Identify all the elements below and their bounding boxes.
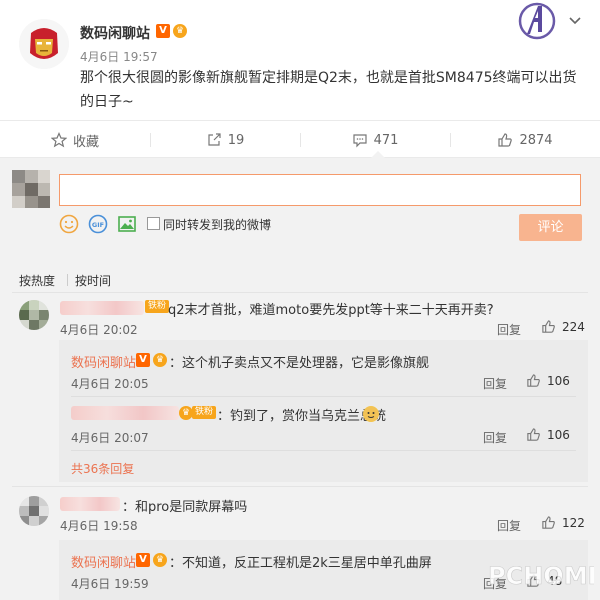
sort-by-time[interactable]: 按时间 [75, 272, 111, 289]
reply-author-name[interactable] [71, 406, 179, 420]
comment-input[interactable] [59, 174, 581, 206]
reply-time: 4月6日 19:59 [71, 577, 149, 591]
sort-by-hot[interactable]: 按热度 [19, 272, 55, 289]
emoji-icon[interactable] [59, 214, 79, 234]
share-icon [208, 133, 221, 146]
my-avatar [12, 170, 50, 208]
weibo-post: 数码闲聊站 V ♛ 4月6日 19:57 那个很大很圆的影像新旗舰暂定排期是Q2… [0, 0, 600, 120]
post-text: 那个很大很圆的影像新旗舰暂定排期是Q2末，也就是首批SM8475终端可以出货的日… [80, 70, 577, 110]
reply-like-button[interactable]: 106 [526, 373, 570, 388]
reply-button[interactable]: 回复 [497, 517, 521, 534]
repost-count: 19 [227, 132, 245, 148]
divider [71, 450, 576, 451]
comment-section: GIF 同时转发到我的微博 评论 按热度 按时间 铁粉 q2末才首批，难道mot… [0, 158, 600, 600]
like-icon [527, 428, 540, 441]
comment-like-button[interactable]: 122 [541, 515, 585, 530]
verified-badge: V [136, 553, 150, 567]
star-icon [50, 132, 67, 148]
action-bar: 收藏 19 471 2874 [0, 120, 600, 158]
commenter-name[interactable] [60, 301, 144, 315]
divider [67, 274, 68, 286]
pchome-watermark: PCHOME [488, 562, 594, 591]
commenter-avatar[interactable] [19, 300, 49, 330]
comment-like-button[interactable]: 224 [541, 319, 585, 334]
reply-button[interactable]: 回复 [483, 375, 507, 392]
favorite-label: 收藏 [72, 134, 99, 150]
commenter-avatar[interactable] [19, 496, 49, 526]
reply-time: 4月6日 20:07 [71, 431, 149, 445]
fan-badge: 铁粉 [145, 300, 170, 313]
commenter-name[interactable] [60, 497, 120, 511]
comment-time: 4月6日 19:58 [60, 519, 138, 533]
reply-like-button[interactable]: 106 [526, 427, 570, 442]
watermark-text: PCHOME [488, 562, 594, 590]
like-count: 2874 [519, 132, 553, 148]
post-author-name[interactable]: 数码闲聊站 [80, 23, 150, 43]
comment-like-count: 224 [562, 319, 585, 334]
repost-checkbox-label[interactable]: 同时转发到我的微博 [163, 216, 271, 233]
comment-time: 4月6日 20:02 [60, 323, 138, 337]
like-icon [498, 133, 513, 147]
like-icon [527, 374, 540, 387]
reply-author[interactable]: 数码闲聊站 [71, 352, 136, 371]
submit-comment-button[interactable]: 评论 [519, 214, 582, 241]
fan-badge: 铁粉 [192, 406, 217, 419]
like-icon [542, 320, 555, 333]
reply-thread: 数码闲聊站 V ♛ ：这个机子卖点又不是处理器，它是影像旗舰 4月6日 20:0… [59, 340, 588, 482]
comment-text: ：和pro是同款屏幕吗 [122, 500, 248, 515]
comment-like-count: 122 [562, 515, 585, 530]
reply-text: ：这个机子卖点又不是处理器，它是影像旗舰 [169, 356, 430, 371]
divider [12, 292, 588, 293]
divider [71, 396, 576, 397]
reply-like-count: 106 [547, 427, 570, 442]
more-replies-link[interactable]: 共36条回复 [71, 460, 134, 477]
comment-count: 471 [373, 132, 399, 148]
reply-button[interactable]: 回复 [483, 429, 507, 446]
crown-icon: ♛ [153, 353, 167, 367]
repost-checkbox[interactable] [147, 217, 160, 230]
repost-button[interactable]: 19 [150, 121, 300, 159]
reply-author[interactable]: 数码闲聊站 [71, 552, 136, 571]
comment-pointer [371, 151, 385, 158]
crown-icon: ♛ [173, 24, 187, 38]
avengers-logo-icon [518, 2, 556, 40]
reply-like-count: 106 [547, 373, 570, 388]
comment-icon [352, 134, 367, 148]
reply-text: ：钓到了，赏你当乌克兰总统 [217, 409, 387, 424]
like-icon [542, 516, 555, 529]
reply-text: ：不知道，反正工程机是2k三星居中单孔曲屏 [169, 556, 432, 571]
doge-emoji-icon [363, 406, 379, 422]
verified-badge: V [156, 24, 170, 38]
author-avatar[interactable] [19, 19, 69, 69]
crown-icon: ♛ [179, 406, 193, 420]
like-button[interactable]: 2874 [450, 121, 600, 159]
reply-button[interactable]: 回复 [497, 321, 521, 338]
reply-time: 4月6日 20:05 [71, 377, 149, 391]
verified-badge: V [136, 353, 150, 367]
chevron-down-icon[interactable] [568, 13, 582, 27]
reply-author-name[interactable]: 数码闲聊站 [71, 356, 136, 371]
image-icon[interactable] [117, 214, 137, 234]
divider [12, 486, 588, 487]
crown-icon: ♛ [153, 553, 167, 567]
svg-text:GIF: GIF [92, 221, 104, 229]
post-time[interactable]: 4月6日 19:57 [80, 48, 158, 65]
gif-icon[interactable]: GIF [88, 214, 108, 234]
favorite-button[interactable]: 收藏 [0, 121, 150, 159]
reply-author-name[interactable]: 数码闲聊站 [71, 556, 136, 571]
comment-text: q2末才首批，难道moto要先发ppt等十来二十天再开卖? [168, 303, 494, 318]
